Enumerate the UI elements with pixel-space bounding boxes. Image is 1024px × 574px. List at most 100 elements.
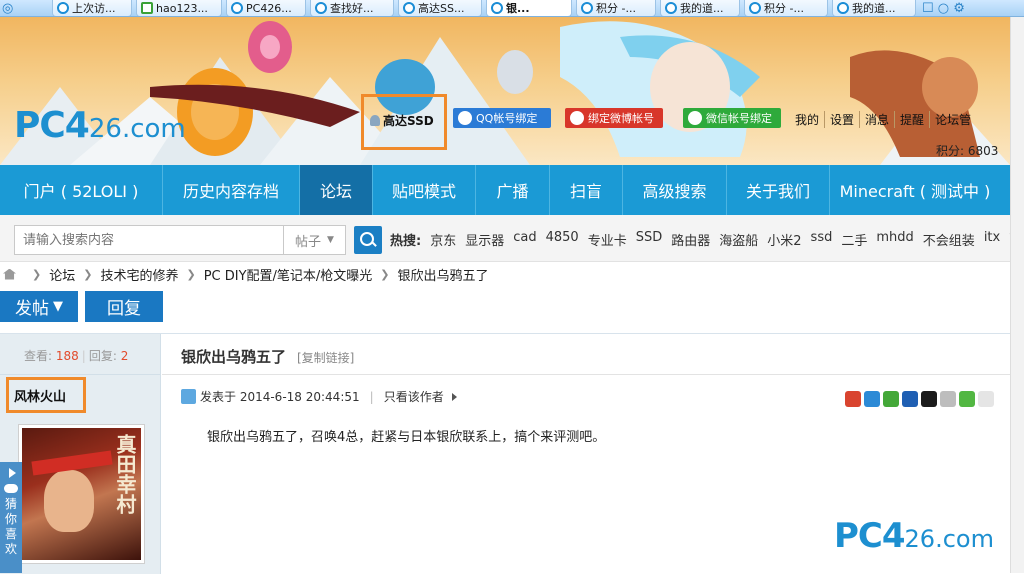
hot-search-item[interactable]: itx — [984, 230, 1000, 249]
breadcrumb: ❯ 论坛 ❯ 技术宅的修养 ❯ PC DIY配置/笔记本/枪文曝光 ❯ 银欣出乌… — [0, 262, 1010, 286]
scrollbar[interactable] — [1010, 17, 1024, 573]
author-sidebar: 查看: 188 | 回复: 2 风林火山 真田幸村 — [0, 334, 161, 574]
search-input[interactable] — [14, 225, 284, 255]
nav-tieba-mode[interactable]: 贴吧模式 — [373, 165, 476, 215]
browser-menu-icon[interactable]: ☐ ○ ⚙ — [922, 0, 1022, 16]
page-icon — [665, 2, 677, 14]
page-icon — [491, 2, 503, 14]
chevron-right-icon: ❯ — [186, 267, 196, 281]
browser-tab[interactable]: 积分 -... — [576, 0, 656, 16]
hot-search-item[interactable]: cad — [513, 230, 536, 249]
my-link[interactable]: 我的 — [790, 111, 824, 128]
new-post-button[interactable]: 发帖 ▼ — [0, 291, 78, 322]
search-button[interactable] — [354, 226, 382, 254]
avatar-text: 真田幸村 — [113, 434, 137, 514]
page-icon — [141, 2, 153, 14]
triangle-right-icon — [451, 392, 457, 401]
search-type-select[interactable]: 帖子 ▼ — [284, 225, 346, 255]
post-date: 发表于 2014-6-18 20:44:51 — [200, 390, 360, 404]
page-icon — [837, 2, 849, 14]
points-display[interactable]: 积分: 6803 — [936, 142, 998, 159]
qzone-share-icon[interactable] — [864, 391, 880, 407]
browser-tab[interactable]: PC426... — [226, 0, 306, 16]
browser-tab[interactable]: 我的道... — [660, 0, 740, 16]
nav-portal[interactable]: 门户 ( 52LOLI ) — [0, 165, 163, 215]
hot-search-item[interactable]: 小米2 — [767, 230, 801, 249]
hot-search-item[interactable]: 海盗船 — [719, 230, 758, 249]
browser-back-icon[interactable]: ◎ — [2, 0, 36, 16]
user-icon — [370, 115, 380, 126]
more-icon[interactable] — [978, 391, 994, 407]
copy-icon[interactable] — [940, 391, 956, 407]
site-logo[interactable]: PC4 26.com — [14, 105, 186, 146]
hot-searches: 热搜: 京东 显示器 cad 4850 专业卡 SSD 路由器 海盗船 小米2 … — [390, 230, 1024, 249]
browser-tab-active[interactable]: 银... — [486, 0, 572, 16]
nav-minecraft[interactable]: Minecraft ( 测试中 ) — [830, 165, 1000, 215]
search-bar: 帖子 ▼ 热搜: 京东 显示器 cad 4850 专业卡 SSD 路由器 海盗船… — [0, 215, 1024, 262]
wechat-bind-button[interactable]: 微信帐号绑定 — [683, 108, 781, 128]
nav-broadcast[interactable]: 广播 — [476, 165, 550, 215]
wechat-share-icon[interactable] — [883, 391, 899, 407]
breadcrumb-forum[interactable]: 论坛 — [49, 265, 75, 284]
hot-search-item[interactable]: SSD — [636, 230, 663, 249]
reply-button[interactable]: 回复 — [85, 291, 163, 322]
hot-search-item[interactable]: ssd — [811, 230, 833, 249]
browser-tab[interactable]: 我的道... — [832, 0, 916, 16]
wechat-icon — [688, 111, 702, 125]
weibo-bind-button[interactable]: 绑定微博帐号 — [565, 108, 663, 128]
hot-search-item[interactable]: 显示器 — [465, 230, 504, 249]
chevron-down-icon: ▼ — [327, 235, 334, 245]
guess-you-like-widget[interactable]: 猜 你 喜 欢 — [0, 462, 22, 573]
copy-link[interactable]: [复制链接] — [297, 349, 354, 366]
hot-search-item[interactable]: 4850 — [546, 230, 579, 249]
chevron-right-icon: ❯ — [380, 267, 390, 281]
main-nav: 门户 ( 52LOLI ) 历史内容存档 论坛 贴吧模式 广播 扫盲 高级搜索 … — [0, 165, 1010, 215]
user-menu: 我的 设置 消息 提醒 论坛管 — [790, 111, 976, 128]
replies-count: 2 — [120, 349, 129, 363]
qq-bind-button[interactable]: QQ帐号绑定 — [453, 108, 551, 128]
nav-advanced-search[interactable]: 高级搜索 — [623, 165, 727, 215]
divider — [0, 374, 161, 375]
notifications-link[interactable]: 提醒 — [894, 111, 929, 128]
logo-watermark: PC4 26.com — [834, 516, 994, 556]
hot-search-item[interactable]: 路由器 — [671, 230, 710, 249]
home-icon[interactable] — [3, 268, 16, 280]
breadcrumb-board[interactable]: 技术宅的修养 — [100, 265, 178, 284]
browser-tab[interactable]: 积分 -... — [744, 0, 828, 16]
post-main: 银欣出乌鸦五了 [复制链接] 发表于 2014-6-18 20:44:51 | … — [162, 334, 1010, 574]
weibo-share-icon[interactable] — [845, 391, 861, 407]
forum-admin-link[interactable]: 论坛管 — [929, 111, 976, 128]
hot-search-item[interactable]: mhdd — [876, 230, 913, 249]
hot-search-item[interactable]: 二手 — [841, 230, 867, 249]
thread-title: 银欣出乌鸦五了 — [181, 348, 287, 366]
hot-search-item[interactable]: 专业卡 — [588, 230, 627, 249]
browser-tab[interactable]: 上次访... — [52, 0, 132, 16]
messages-link[interactable]: 消息 — [859, 111, 894, 128]
browser-tab[interactable]: hao123... — [136, 0, 222, 16]
page-icon — [403, 2, 415, 14]
renren-share-icon[interactable] — [902, 391, 918, 407]
qq-share-icon[interactable] — [921, 391, 937, 407]
browser-tab[interactable]: 查找好... — [310, 0, 394, 16]
plus-icon[interactable] — [959, 391, 975, 407]
nav-about-us[interactable]: 关于我们 — [727, 165, 830, 215]
settings-link[interactable]: 设置 — [824, 111, 859, 128]
browser-tab[interactable]: 高达SS... — [398, 0, 482, 16]
online-status-icon — [181, 389, 196, 404]
breadcrumb-subboard[interactable]: PC DIY配置/笔记本/枪文曝光 — [204, 265, 373, 284]
chevron-right-icon: ❯ — [83, 267, 93, 281]
nav-history-archive[interactable]: 历史内容存档 — [163, 165, 300, 215]
breadcrumb-thread[interactable]: 银欣出乌鸦五了 — [398, 265, 489, 284]
hot-search-item[interactable]: 不会组装 — [923, 230, 975, 249]
header-banner: PC4 26.com — [0, 17, 1010, 165]
username-link[interactable]: 高达SSD — [370, 112, 434, 129]
nav-forum[interactable]: 论坛 — [300, 165, 373, 215]
nav-basics[interactable]: 扫盲 — [550, 165, 623, 215]
hot-search-item[interactable]: 京东 — [430, 230, 456, 249]
author-name[interactable]: 风林火山 — [14, 386, 66, 405]
divider — [162, 374, 1010, 375]
avatar[interactable]: 真田幸村 — [18, 424, 145, 564]
only-author-link[interactable]: 只看该作者 — [384, 388, 444, 405]
page-icon — [231, 2, 243, 14]
avatar-image: 真田幸村 — [22, 428, 141, 560]
